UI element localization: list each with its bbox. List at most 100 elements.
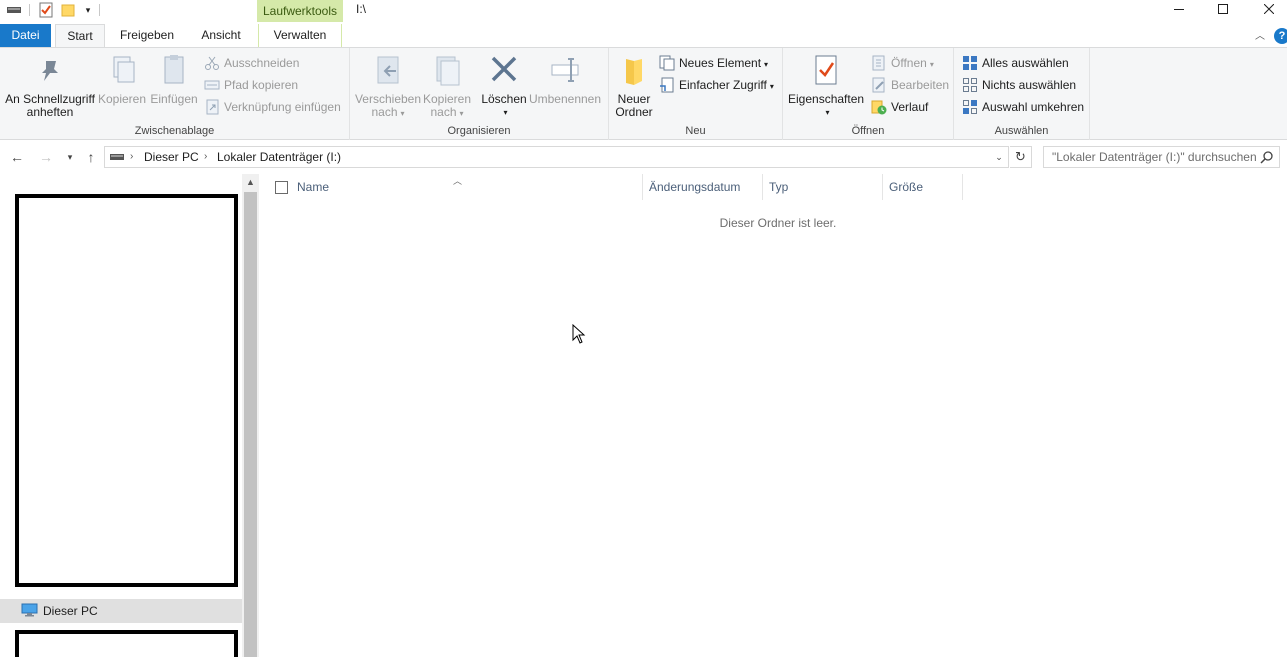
collapse-ribbon-icon[interactable]: ︿ <box>1252 27 1268 43</box>
new-folder-label-line2: Ordner <box>615 105 653 119</box>
properties-label: Eigenschaften <box>788 92 865 106</box>
select-none-button[interactable]: Nichts auswählen <box>962 76 1076 94</box>
pin-quick-access-button[interactable]: An Schnellzugriff anheften <box>4 53 96 119</box>
history-label: Verlauf <box>891 100 929 114</box>
drive-icon <box>110 154 124 160</box>
column-header-size[interactable]: Größe <box>883 174 963 200</box>
scroll-up-arrow-icon[interactable]: ▲ <box>242 174 259 191</box>
copy-to-button[interactable]: Kopieren nach ▾ <box>422 53 472 120</box>
back-arrow-icon[interactable]: ← <box>8 148 26 166</box>
move-to-button[interactable]: Verschieben nach ▾ <box>354 53 422 120</box>
tab-start[interactable]: Start <box>55 24 105 48</box>
breadcrumb-dieser-pc[interactable]: Dieser PC <box>144 147 199 167</box>
search-input[interactable]: "Lokaler Datenträger (I:)" durchsuchen <box>1043 146 1280 168</box>
new-folder-icon[interactable] <box>60 2 76 18</box>
nav-item-label: Dieser PC <box>43 604 98 618</box>
nav-scrollbar[interactable]: ▲ <box>242 174 259 657</box>
group-label-organisieren: Organisieren <box>447 125 511 137</box>
group-auswaehlen: Alles auswählen Nichts auswählen Auswahl… <box>954 48 1090 140</box>
breadcrumb-lokaler-datentraeger[interactable]: Lokaler Datenträger (I:) <box>217 147 341 167</box>
column-header-type[interactable]: Typ <box>763 174 883 200</box>
open-label: Öffnen <box>891 56 927 70</box>
invert-selection-icon <box>963 100 977 114</box>
new-item-button[interactable]: Neues Element ▾ <box>659 54 768 72</box>
move-to-label-line2: nach <box>371 105 398 119</box>
select-all-label: Alles auswählen <box>982 56 1069 70</box>
select-none-icon <box>963 78 977 92</box>
delete-button[interactable]: Löschen ▾ <box>480 53 528 119</box>
dropdown-arrow-icon: ▾ <box>764 60 769 69</box>
copy-label: Kopieren <box>97 92 147 106</box>
up-arrow-icon[interactable]: ↑ <box>82 148 100 166</box>
refresh-icon[interactable]: ↻ <box>1010 146 1032 168</box>
properties-button[interactable]: Eigenschaften ▾ <box>788 53 864 119</box>
easy-access-button[interactable]: Einfacher Zugriff ▾ <box>659 76 774 94</box>
maximize-button[interactable] <box>1200 0 1246 18</box>
cut-button[interactable]: Ausschneiden <box>204 54 299 72</box>
paste-label: Einfügen <box>150 92 198 106</box>
title-bar: ▾ Laufwerktools I:\ <box>0 0 1287 22</box>
tab-freigeben[interactable]: Freigeben <box>112 24 182 48</box>
tab-datei[interactable]: Datei <box>0 24 51 48</box>
invert-selection-button[interactable]: Auswahl umkehren <box>962 98 1084 116</box>
easy-access-icon <box>660 77 674 93</box>
open-button[interactable]: Öffnen ▾ <box>871 54 934 72</box>
drive-icon[interactable] <box>6 2 22 18</box>
navigation-pane: Dieser PC ▲ <box>0 174 259 657</box>
select-all-button[interactable]: Alles auswählen <box>962 54 1069 72</box>
new-item-icon <box>659 55 675 71</box>
contextual-tab-header: Laufwerktools <box>257 0 343 22</box>
copy-to-label-line2: nach <box>430 105 457 119</box>
select-all-checkbox[interactable] <box>275 181 288 194</box>
group-label-neu: Neu <box>685 125 706 137</box>
new-item-label: Neues Element <box>679 56 762 70</box>
paste-button[interactable]: Einfügen <box>148 53 200 106</box>
group-neu: Neuer Ordner Neues Element ▾ Einfacher Zu… <box>609 48 783 140</box>
copy-button[interactable]: Kopieren <box>96 53 148 106</box>
select-all-icon <box>963 56 977 70</box>
properties-icon[interactable] <box>38 2 54 18</box>
paste-shortcut-button[interactable]: Verknüpfung einfügen <box>204 98 341 116</box>
history-icon <box>871 100 887 115</box>
address-dropdown-icon[interactable]: ⌄ <box>992 147 1006 167</box>
copy-path-icon <box>204 80 220 90</box>
nav-item-dieser-pc[interactable]: Dieser PC <box>0 599 242 623</box>
scrollbar-thumb[interactable] <box>244 192 257 657</box>
properties-check-icon <box>815 55 837 85</box>
rename-button[interactable]: Umbenennen <box>528 53 602 106</box>
column-header-date[interactable]: Änderungsdatum <box>643 174 763 200</box>
minimize-button[interactable] <box>1156 0 1202 18</box>
column-headers: ︿ Name Änderungsdatum Typ Größe <box>259 174 1287 200</box>
help-icon[interactable]: ? <box>1274 28 1287 44</box>
new-folder-button[interactable]: Neuer Ordner <box>614 53 654 119</box>
pin-icon <box>42 61 58 81</box>
folder-icon <box>626 59 642 85</box>
address-bar-row: ← → ▾ ↑ › Dieser PC › Lokaler Datenträge… <box>0 140 1287 174</box>
edit-button[interactable]: Bearbeiten <box>871 76 949 94</box>
dropdown-arrow-icon: ▾ <box>459 109 464 118</box>
customize-qat-icon[interactable]: ▾ <box>80 2 96 18</box>
history-button[interactable]: Verlauf <box>871 98 928 116</box>
navigation-tree-redacted-block <box>15 194 238 587</box>
dropdown-arrow-icon: ▾ <box>400 109 405 118</box>
close-button[interactable] <box>1246 0 1287 18</box>
forward-arrow-icon[interactable]: → <box>37 148 55 166</box>
window-title: I:\ <box>356 2 367 16</box>
group-organisieren: Verschieben nach ▾ Kopieren nach ▾ Löschen… <box>350 48 609 140</box>
paste-shortcut-icon <box>206 99 219 115</box>
pin-label-line2: anheften <box>26 105 74 119</box>
search-icon[interactable] <box>1260 150 1274 164</box>
breadcrumb-chevron-icon[interactable]: › <box>204 147 207 167</box>
dropdown-arrow-icon: ▾ <box>929 60 934 69</box>
file-list-pane[interactable]: ︿ Name Änderungsdatum Typ Größe Dieser O… <box>259 174 1287 657</box>
copy-path-button[interactable]: Pfad kopieren <box>204 76 298 94</box>
tab-ansicht[interactable]: Ansicht <box>192 24 250 48</box>
scissors-icon <box>205 56 219 70</box>
breadcrumb-chevron-icon[interactable]: › <box>130 147 133 167</box>
invert-selection-label: Auswahl umkehren <box>982 100 1085 114</box>
tab-verwalten[interactable]: Verwalten <box>258 24 342 48</box>
column-header-name[interactable]: Name <box>291 174 643 200</box>
address-bar[interactable]: › Dieser PC › Lokaler Datenträger (I:) ⌄ <box>104 146 1009 168</box>
easy-access-label: Einfacher Zugriff <box>679 78 767 92</box>
recent-locations-chevron-icon[interactable]: ▾ <box>61 148 79 166</box>
